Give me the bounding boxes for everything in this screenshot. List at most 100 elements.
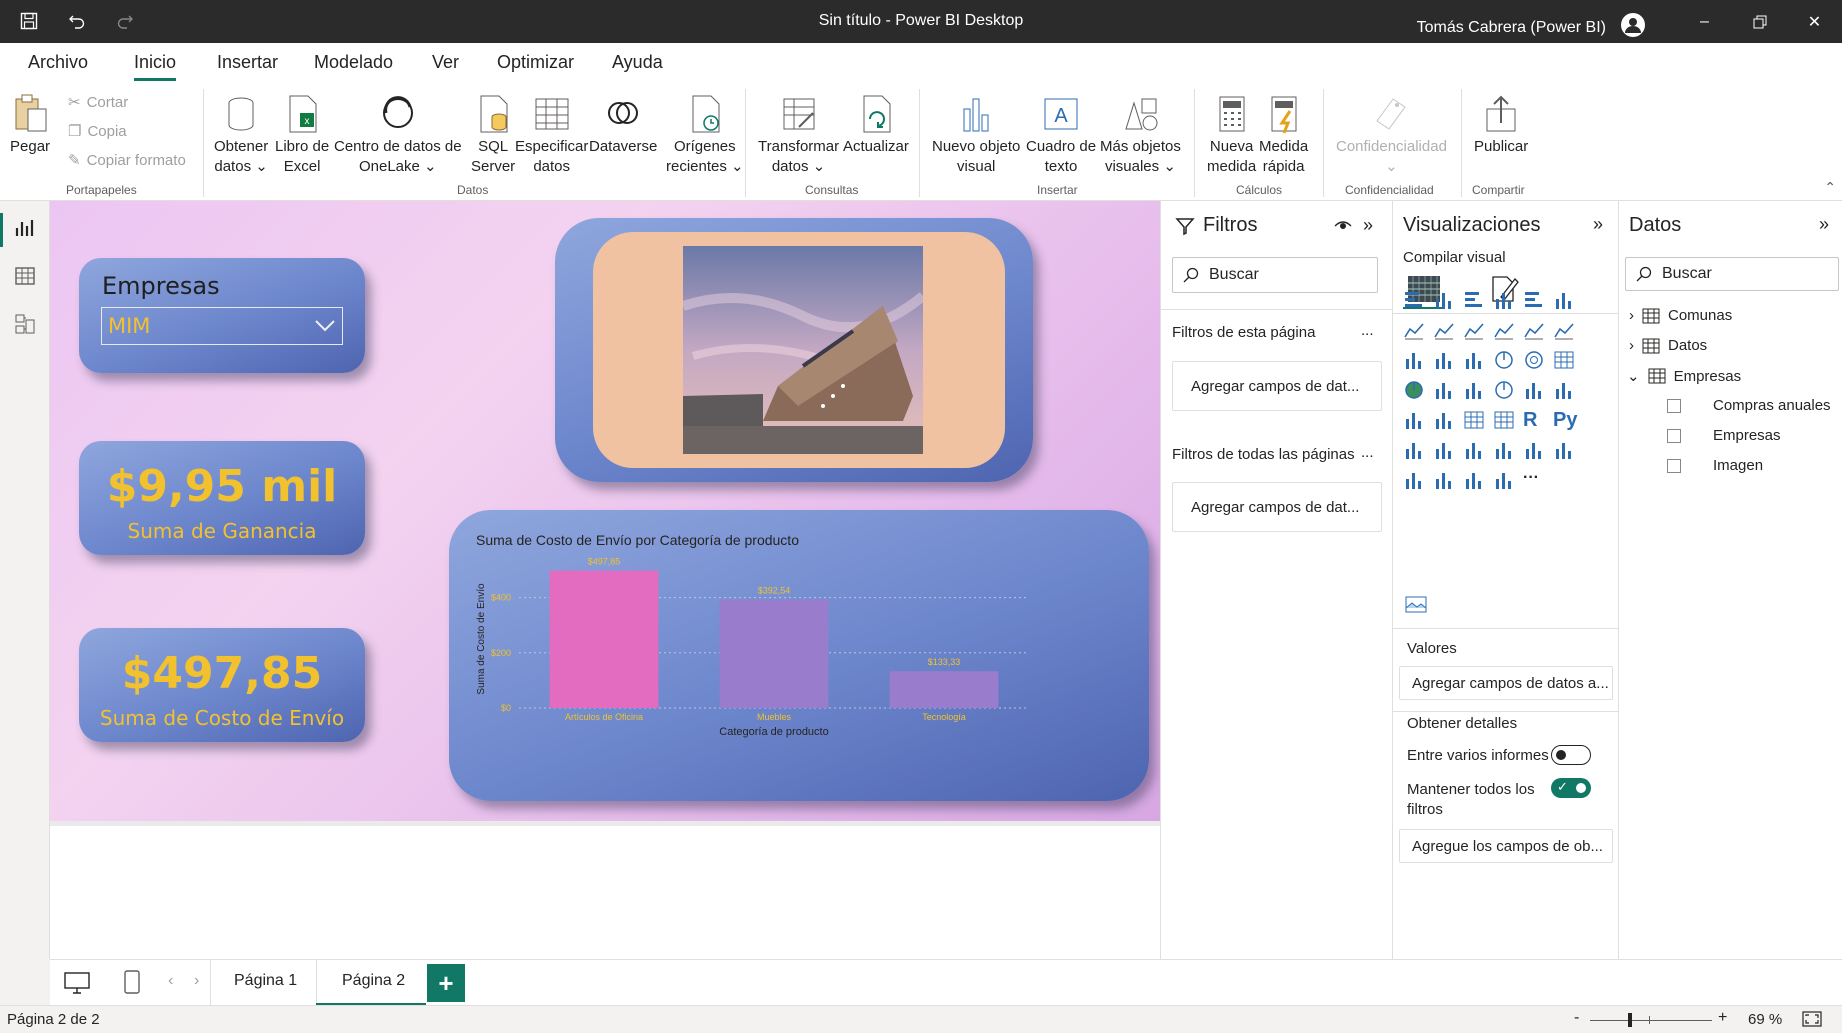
narrative-icon[interactable] [1493, 439, 1515, 461]
new-measure-button[interactable]: Nueva medida [1207, 93, 1256, 177]
restore-icon[interactable] [1732, 0, 1787, 43]
tab-inicio[interactable]: Inicio [134, 52, 177, 81]
more-visuals-icon[interactable]: ··· [1523, 469, 1545, 491]
table-icon[interactable] [1463, 409, 1485, 431]
stacked-bar-icon[interactable] [1403, 289, 1425, 311]
100-bar-icon[interactable] [1523, 289, 1545, 311]
tab-insertar[interactable]: Insertar [217, 52, 278, 73]
desktop-layout-icon[interactable] [64, 972, 90, 997]
qa-icon[interactable] [1463, 439, 1485, 461]
table-datos[interactable]: › Datos [1629, 337, 1707, 354]
collapse-filters-icon[interactable]: » [1363, 215, 1373, 236]
power-automate-icon[interactable] [1433, 469, 1455, 491]
field-compras-anuales[interactable]: Compras anuales [1667, 397, 1831, 414]
cut-button[interactable]: ✂ Cortar [68, 93, 128, 112]
copy-button[interactable]: ❐ Copia [68, 122, 127, 141]
zoom-slider-thumb[interactable] [1628, 1013, 1632, 1027]
line-chart-icon[interactable] [1403, 319, 1425, 341]
map-icon[interactable] [1403, 379, 1425, 401]
azure-map-icon[interactable] [1463, 379, 1485, 401]
clustered-bar-icon[interactable] [1463, 289, 1485, 311]
slicer-dropdown[interactable]: MIM [101, 307, 343, 345]
collapse-visualizations-icon[interactable]: » [1593, 214, 1603, 235]
python-visual-icon[interactable]: Py [1553, 409, 1577, 431]
keep-filters-toggle[interactable]: ✓ [1551, 778, 1591, 798]
power-apps-icon[interactable] [1403, 469, 1425, 491]
page-tab-2[interactable]: Página 2 [342, 972, 405, 990]
tab-ver[interactable]: Ver [432, 52, 459, 73]
card-icon[interactable] [1523, 379, 1545, 401]
page-filters-more[interactable]: ... [1361, 322, 1374, 339]
data-search-input[interactable]: Buscar [1625, 257, 1839, 291]
table-comunas[interactable]: › Comunas [1629, 307, 1732, 324]
table-empresas[interactable]: ⌄ Empresas [1627, 367, 1741, 386]
values-well[interactable]: Agregar campos de datos a... [1399, 666, 1613, 700]
bar[interactable] [889, 671, 999, 708]
collapse-ribbon-icon[interactable]: ⌃ [1824, 179, 1836, 196]
matrix-icon[interactable] [1493, 409, 1515, 431]
format-painter-button[interactable]: ✎ Copiar formato [68, 151, 186, 170]
bar-chart[interactable]: $0 $200 $400 $497,85 Artículos de Oficina $39… [449, 510, 1149, 801]
publish-button[interactable]: Publicar [1474, 93, 1528, 157]
diamond-icon[interactable] [1463, 469, 1485, 491]
mobile-layout-icon[interactable] [124, 970, 140, 997]
textbox-button[interactable]: A Cuadro de texto [1026, 93, 1096, 177]
100-column-icon[interactable] [1553, 289, 1575, 311]
tab-archivo[interactable]: Archivo [28, 52, 88, 73]
waterfall-icon[interactable] [1403, 349, 1425, 371]
add-page-button[interactable]: + [427, 964, 465, 1002]
zoom-in-button[interactable]: + [1718, 1009, 1727, 1027]
dataverse-button[interactable]: Dataverse [589, 93, 657, 157]
sensitivity-button[interactable]: Confidencialidad ⌄ [1336, 93, 1447, 177]
paste-button[interactable]: Pegar [10, 93, 50, 157]
ribbon-chart-icon[interactable] [1553, 319, 1575, 341]
pie-chart-icon[interactable] [1493, 349, 1515, 371]
bar[interactable] [719, 599, 829, 708]
treemap-icon[interactable] [1553, 349, 1575, 371]
new-visual-button[interactable]: Nuevo objeto visual [932, 93, 1020, 177]
table-view-icon[interactable] [14, 265, 36, 287]
more-visuals-button[interactable]: Más objetos visuales ⌄ [1100, 93, 1181, 177]
page-tab-1[interactable]: Página 1 [234, 972, 297, 990]
paginated-report-icon[interactable] [1553, 439, 1575, 461]
excel-workbook-button[interactable]: x Libro de Excel [275, 93, 329, 177]
stacked-area-icon[interactable] [1463, 319, 1485, 341]
quick-measure-button[interactable]: Medida rápida [1259, 93, 1308, 177]
image-visual-icon[interactable] [1405, 593, 1427, 615]
field-checkbox[interactable] [1667, 458, 1681, 473]
filled-map-icon[interactable] [1433, 379, 1455, 401]
all-pages-filters-well[interactable]: Agregar campos de dat... [1172, 482, 1382, 532]
r-visual-icon[interactable]: R [1523, 409, 1545, 431]
refresh-button[interactable]: Actualizar [843, 93, 909, 157]
line-column-icon[interactable] [1493, 319, 1515, 341]
cross-report-toggle[interactable] [1551, 745, 1591, 765]
model-view-icon[interactable] [14, 313, 36, 335]
prev-page-icon[interactable]: ‹ [168, 972, 173, 990]
fit-to-page-icon[interactable] [1802, 1011, 1822, 1031]
zoom-slider[interactable] [1590, 1013, 1712, 1027]
key-influencers-icon[interactable] [1403, 439, 1425, 461]
recent-sources-button[interactable]: Orígenes recientes ⌄ [666, 93, 744, 177]
clustered-column-icon[interactable] [1493, 289, 1515, 311]
enter-data-button[interactable]: Especificar datos [515, 93, 588, 177]
bar[interactable] [549, 570, 659, 708]
metrics-icon[interactable] [1523, 439, 1545, 461]
tab-optimizar[interactable]: Optimizar [497, 52, 574, 73]
sql-server-button[interactable]: SQL Server [471, 93, 515, 177]
transform-data-button[interactable]: Transformar datos ⌄ [758, 93, 839, 177]
line-clustered-icon[interactable] [1523, 319, 1545, 341]
close-icon[interactable]: ✕ [1787, 0, 1842, 43]
scatter-icon[interactable] [1463, 349, 1485, 371]
field-empresas[interactable]: Empresas [1667, 427, 1781, 444]
all-pages-filters-more[interactable]: ... [1361, 444, 1374, 461]
field-checkbox[interactable] [1667, 398, 1681, 413]
area-chart-icon[interactable] [1433, 319, 1455, 341]
funnel-icon[interactable] [1433, 349, 1455, 371]
eye-icon[interactable] [1333, 215, 1353, 238]
page-filters-well[interactable]: Agregar campos de dat... [1172, 361, 1382, 411]
tab-modelado[interactable]: Modelado [314, 52, 393, 73]
user-account[interactable]: Tomás Cabrera (Power BI) [1417, 12, 1646, 43]
multi-row-card-icon[interactable] [1553, 379, 1575, 401]
kpi-icon[interactable] [1403, 409, 1425, 431]
collapse-data-icon[interactable]: » [1819, 214, 1829, 235]
